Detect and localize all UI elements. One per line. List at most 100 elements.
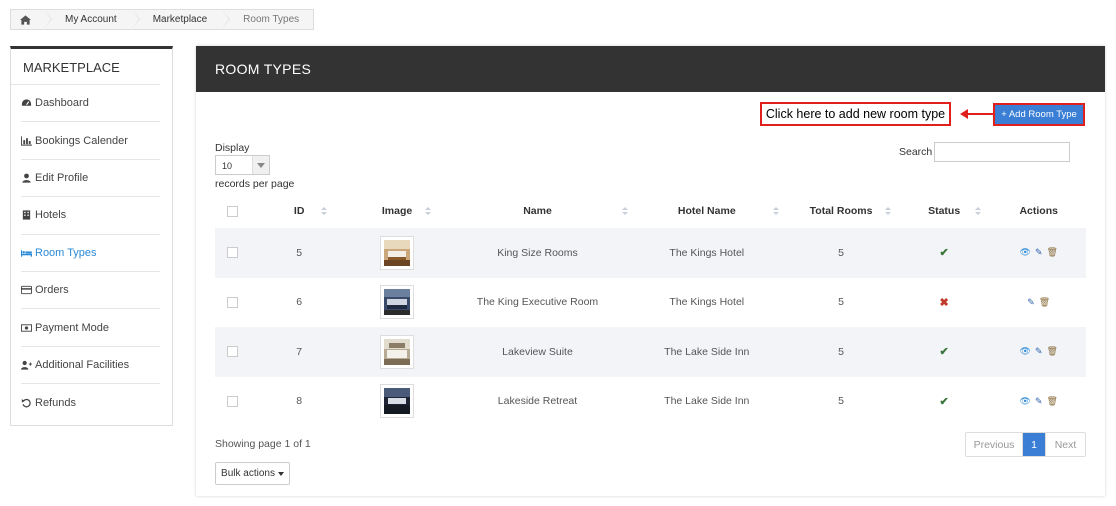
row-actions: 👁 ✎ 🗑: [991, 228, 1086, 278]
row-checkbox[interactable]: [227, 247, 239, 259]
callout-arrow-line: [966, 113, 993, 115]
caret-down-icon: [277, 471, 284, 476]
view-icon[interactable]: 👁: [1020, 347, 1031, 356]
edit-icon[interactable]: ✎: [1027, 297, 1035, 307]
edit-icon[interactable]: ✎: [1035, 248, 1043, 257]
pagination: Previous 1 Next: [965, 432, 1086, 457]
previous-page-button[interactable]: Previous: [966, 433, 1023, 456]
add-room-type-button[interactable]: + Add Room Type: [993, 103, 1085, 126]
bulk-actions-button[interactable]: Bulk actions: [215, 462, 290, 485]
column-header-status[interactable]: Status: [897, 194, 992, 228]
pagination-info: Showing page 1 of 1: [215, 438, 311, 450]
room-thumbnail[interactable]: [380, 384, 415, 419]
row-status: ✖: [897, 278, 992, 328]
row-name: The King Executive Room: [476, 296, 599, 309]
table-row: 5 King Size Rooms The Kings Hotel 5 ✔ 👁 …: [215, 228, 1086, 278]
row-status: ✔: [897, 377, 992, 427]
table-row: 7 Lakeview Suite The Lake Side Inn 5 ✔ 👁…: [215, 327, 1086, 377]
check-icon: ✔: [939, 247, 949, 260]
row-actions: 👁 ✎ 🗑: [991, 377, 1086, 427]
page-1-button[interactable]: 1: [1023, 433, 1045, 456]
panel-header: ROOM TYPES: [196, 46, 1105, 92]
delete-icon[interactable]: 🗑: [1047, 347, 1058, 356]
records-per-page-label: records per page: [215, 178, 295, 190]
row-hotel-name: The Lake Side Inn: [664, 345, 750, 358]
row-id: 6: [296, 296, 303, 309]
sidebar-item-bookings-calender[interactable]: Bookings Calender: [21, 122, 160, 160]
sidebar-title: MARKETPLACE: [11, 49, 160, 85]
user-icon: [22, 173, 31, 183]
sidebar-item-edit-profile[interactable]: Edit Profile: [21, 160, 160, 198]
row-actions: 👁 ✎ 🗑: [991, 327, 1086, 377]
breadcrumb: My Account Marketplace Room Types: [10, 9, 315, 30]
column-header-hotel-name[interactable]: Hotel Name: [628, 194, 785, 228]
search-input[interactable]: [934, 142, 1070, 162]
row-id: 7: [296, 345, 303, 358]
undo-icon: [21, 398, 31, 408]
row-total-rooms: 5: [838, 246, 844, 259]
sidebar: MARKETPLACE Dashboard Bookings Calender …: [10, 46, 173, 426]
delete-icon[interactable]: 🗑: [1047, 396, 1058, 406]
page-length-select[interactable]: 10: [215, 155, 270, 175]
display-label: Display: [215, 142, 250, 154]
sidebar-item-dashboard[interactable]: Dashboard: [21, 85, 160, 123]
breadcrumb-marketplace[interactable]: Marketplace: [130, 9, 231, 30]
edit-icon[interactable]: ✎: [1035, 396, 1043, 406]
column-header-id[interactable]: ID: [251, 194, 347, 228]
row-checkbox[interactable]: [227, 296, 239, 308]
check-icon: ✔: [939, 395, 949, 408]
room-types-panel: ROOM TYPES Click here to add new room ty…: [196, 46, 1105, 496]
view-icon[interactable]: 👁: [1020, 396, 1031, 406]
row-id: 8: [296, 395, 303, 408]
row-select-cell: [215, 278, 251, 328]
row-hotel-name: The Kings Hotel: [669, 246, 745, 259]
row-total-rooms: 5: [838, 296, 844, 309]
row-select-cell: [215, 228, 251, 278]
column-header-image[interactable]: Image: [347, 194, 446, 228]
sort-icon: [975, 207, 982, 216]
sort-icon: [884, 207, 891, 216]
row-total-rooms: 5: [838, 345, 844, 358]
select-all-checkbox[interactable]: [227, 205, 239, 217]
next-page-button[interactable]: Next: [1045, 433, 1085, 456]
breadcrumb-my-account[interactable]: My Account: [43, 9, 140, 30]
close-icon: ✖: [939, 296, 949, 309]
row-image-cell: [347, 327, 446, 377]
table-row: 8 Lakeside Retreat The Lake Side Inn 5 ✔…: [215, 377, 1086, 427]
delete-icon[interactable]: 🗑: [1047, 248, 1058, 257]
row-hotel-name: The Lake Side Inn: [664, 395, 750, 408]
sidebar-item-refunds[interactable]: Refunds: [21, 384, 160, 421]
row-checkbox[interactable]: [227, 346, 239, 358]
sidebar-menu: Dashboard Bookings Calender Edit Profile…: [11, 85, 172, 422]
delete-icon[interactable]: 🗑: [1039, 297, 1050, 307]
view-icon[interactable]: 👁: [1020, 248, 1031, 257]
row-select-cell: [215, 327, 251, 377]
breadcrumb-home[interactable]: [11, 9, 52, 30]
row-checkbox[interactable]: [227, 395, 239, 407]
sort-icon: [321, 207, 328, 216]
sort-icon: [424, 207, 431, 216]
chevron-down-icon: [252, 156, 269, 174]
edit-icon[interactable]: ✎: [1035, 347, 1043, 356]
sidebar-item-room-types[interactable]: Room Types: [21, 235, 160, 272]
row-select-cell: [215, 377, 251, 427]
column-header-total-rooms[interactable]: Total Rooms: [785, 194, 897, 228]
room-thumbnail[interactable]: [380, 334, 415, 369]
room-thumbnail[interactable]: [380, 285, 415, 320]
room-image: [384, 388, 411, 415]
sidebar-item-payment-mode[interactable]: Payment Mode: [21, 309, 160, 347]
row-status: ✔: [897, 228, 992, 278]
row-name: Lakeview Suite: [502, 345, 573, 358]
room-thumbnail[interactable]: [380, 235, 415, 270]
room-image: [384, 239, 411, 266]
bed-icon: [21, 250, 32, 257]
column-header-actions: Actions: [1019, 205, 1058, 217]
row-status: ✔: [897, 327, 992, 377]
column-header-name[interactable]: Name: [447, 194, 629, 228]
sidebar-item-additional-facilities[interactable]: Additional Facilities: [21, 347, 160, 385]
table-header-row: ID Image Name Hotel Name Total Rooms Sta…: [215, 194, 1086, 228]
select-all-cell: [215, 194, 251, 228]
sidebar-item-orders[interactable]: Orders: [21, 272, 160, 310]
sidebar-item-hotels[interactable]: Hotels: [21, 197, 160, 235]
search-label: Search: [899, 146, 933, 158]
